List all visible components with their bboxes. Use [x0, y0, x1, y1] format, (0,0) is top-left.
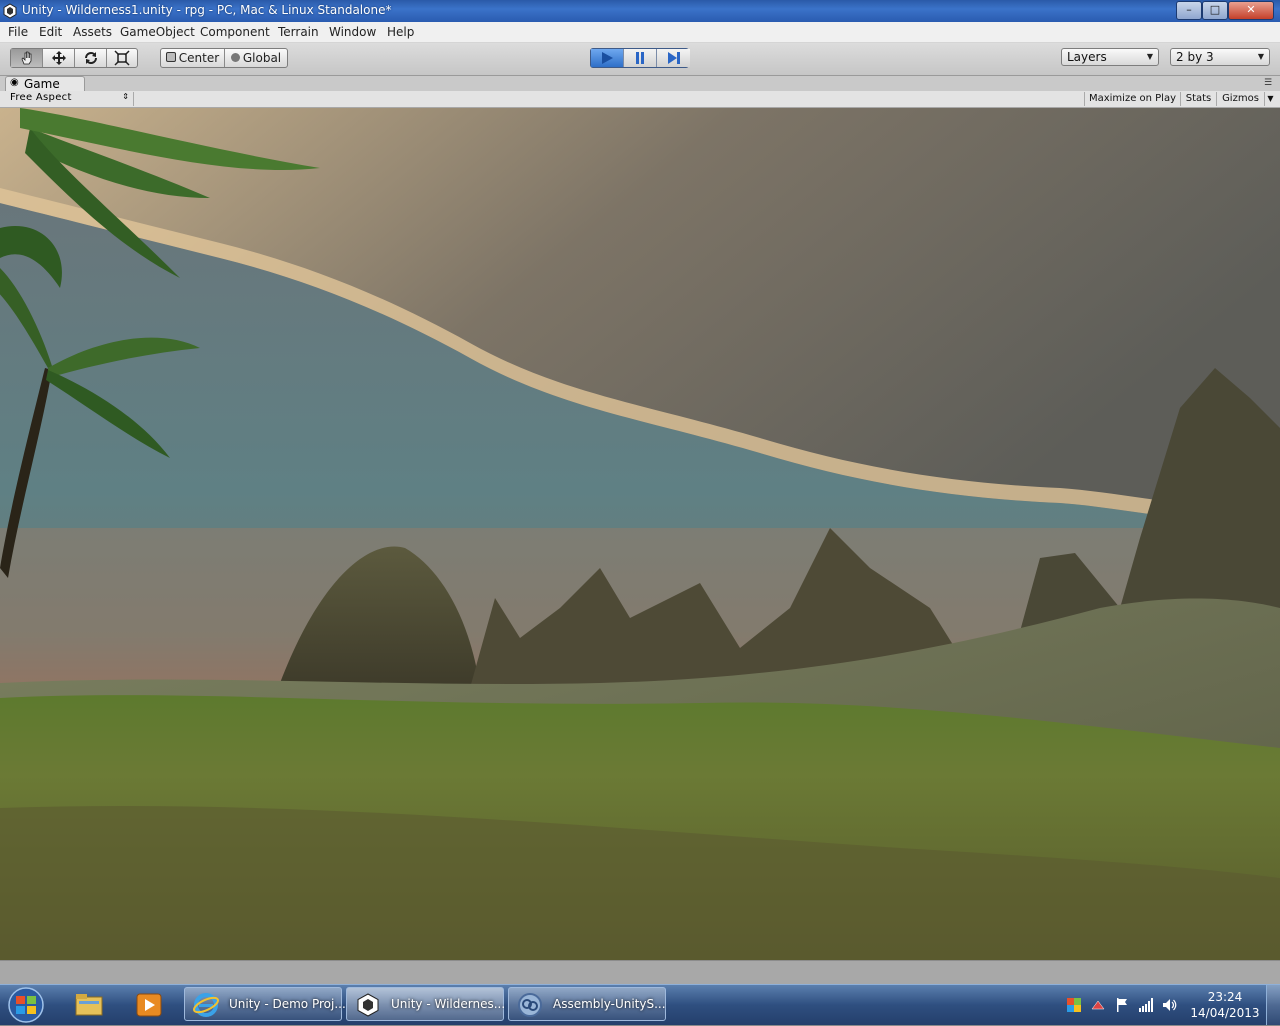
- pivot-center-button[interactable]: Center: [161, 49, 225, 67]
- window-title: Unity - Wilderness1.unity - rpg - PC, Ma…: [22, 3, 392, 17]
- gizmos-toggle[interactable]: Gizmos: [1216, 92, 1264, 106]
- tab-game-label: Game: [24, 77, 60, 91]
- gizmos-dropdown-arrow-icon[interactable]: ▼: [1264, 92, 1276, 106]
- taskbar-item-unity-demo[interactable]: Unity - Demo Proj...: [184, 987, 346, 1021]
- clock-time[interactable]: 23:24: [1198, 990, 1252, 1004]
- step-icon: [667, 52, 680, 64]
- menu-help[interactable]: Help: [387, 25, 414, 39]
- pause-icon: [636, 52, 644, 64]
- globe-icon: [230, 53, 240, 62]
- wifi-signal-icon[interactable]: [1138, 997, 1154, 1013]
- menu-gameobject[interactable]: GameObject: [120, 25, 195, 39]
- taskbar-item-unity-wilderness[interactable]: Unity - Wildernes...: [346, 987, 506, 1021]
- unity-icon: [357, 993, 379, 1017]
- layout-dropdown[interactable]: 2 by 3 ▼: [1170, 48, 1270, 66]
- aspect-dropdown[interactable]: Free Aspect ⇕: [6, 92, 134, 106]
- maximize-on-play-toggle[interactable]: Maximize on Play: [1084, 92, 1180, 106]
- clock-date[interactable]: 14/04/2013: [1190, 1006, 1260, 1020]
- menu-terrain[interactable]: Terrain: [278, 25, 319, 39]
- internet-explorer-icon: [193, 993, 219, 1017]
- tab-game[interactable]: ◉ Game: [5, 76, 85, 91]
- play-icon: [602, 52, 613, 64]
- start-button[interactable]: [4, 987, 48, 1023]
- pivot-icon: [165, 52, 176, 62]
- pause-button[interactable]: [624, 49, 657, 67]
- menu-window[interactable]: Window: [329, 25, 376, 39]
- game-view-toolbar: Free Aspect ⇕ Maximize on Play Stats Giz…: [0, 91, 1280, 108]
- windows-taskbar: Unity - Demo Proj... Unity - Wildernes..…: [0, 984, 1280, 1025]
- space-label: Global: [242, 51, 282, 65]
- office-tray-icon[interactable]: [1066, 997, 1082, 1013]
- media-player-icon[interactable]: [134, 991, 164, 1019]
- menu-assets[interactable]: Assets: [73, 25, 112, 39]
- aspect-label: Free Aspect: [10, 92, 72, 103]
- game-scene: [0, 108, 1280, 960]
- stats-toggle[interactable]: Stats: [1180, 92, 1216, 106]
- close-button[interactable]: ✕: [1228, 1, 1274, 20]
- transform-tools: [10, 48, 138, 68]
- play-button[interactable]: [591, 49, 624, 67]
- pivot-space-toggles: Center Global: [160, 48, 288, 68]
- volume-icon[interactable]: [1162, 997, 1178, 1013]
- taskbar-item-label: Unity - Wildernes...: [391, 997, 506, 1011]
- game-viewport[interactable]: [0, 108, 1280, 960]
- menu-edit[interactable]: Edit: [39, 25, 62, 39]
- show-desktop-button[interactable]: [1266, 985, 1280, 1025]
- taskbar-item-label: Unity - Demo Proj...: [229, 997, 346, 1011]
- menu-file[interactable]: File: [8, 25, 28, 39]
- updown-arrow-icon: ⇕: [122, 92, 129, 101]
- status-bar: [0, 960, 1280, 985]
- layers-dropdown[interactable]: Layers ▼: [1061, 48, 1159, 66]
- scale-tool-icon[interactable]: [107, 49, 137, 67]
- taskbar-item-assembly[interactable]: Assembly-UnityS...: [508, 987, 666, 1021]
- dropdown-arrow-icon: ▼: [1257, 52, 1264, 61]
- explorer-folder-icon[interactable]: [74, 991, 104, 1019]
- playback-controls: [590, 48, 690, 68]
- action-center-flag-icon[interactable]: [1114, 997, 1130, 1013]
- step-button[interactable]: [657, 49, 690, 67]
- taskbar-item-label: Assembly-UnityS...: [553, 997, 666, 1011]
- dropdown-arrow-icon: ▼: [1146, 52, 1153, 61]
- game-panel-tabs: ◉ Game ☰: [0, 76, 1280, 91]
- toolbar: Center Global Layers ▼ 2 by 3 ▼: [0, 43, 1280, 76]
- layers-label: Layers: [1067, 50, 1107, 64]
- network-tool-tray-icon[interactable]: [1090, 997, 1106, 1013]
- minimize-button[interactable]: –: [1176, 1, 1202, 20]
- menu-component[interactable]: Component: [200, 25, 270, 39]
- game-tab-icon: ◉: [10, 77, 19, 88]
- rotate-tool-icon[interactable]: [75, 49, 107, 67]
- pivot-label: Center: [178, 51, 220, 65]
- maximize-button[interactable]: □: [1202, 1, 1228, 20]
- hand-tool-icon[interactable]: [11, 49, 43, 67]
- unity-app-icon: [3, 3, 17, 19]
- layout-label: 2 by 3: [1176, 50, 1214, 64]
- monodevelop-icon: [518, 993, 542, 1017]
- menu-bar: File Edit Assets GameObject Component Te…: [0, 22, 1280, 43]
- move-tool-icon[interactable]: [43, 49, 75, 67]
- windows-logo-icon: [8, 987, 44, 1023]
- space-global-button[interactable]: Global: [225, 49, 287, 67]
- panel-menu-icon[interactable]: ☰: [1264, 78, 1272, 88]
- window-title-bar: Unity - Wilderness1.unity - rpg - PC, Ma…: [0, 0, 1280, 22]
